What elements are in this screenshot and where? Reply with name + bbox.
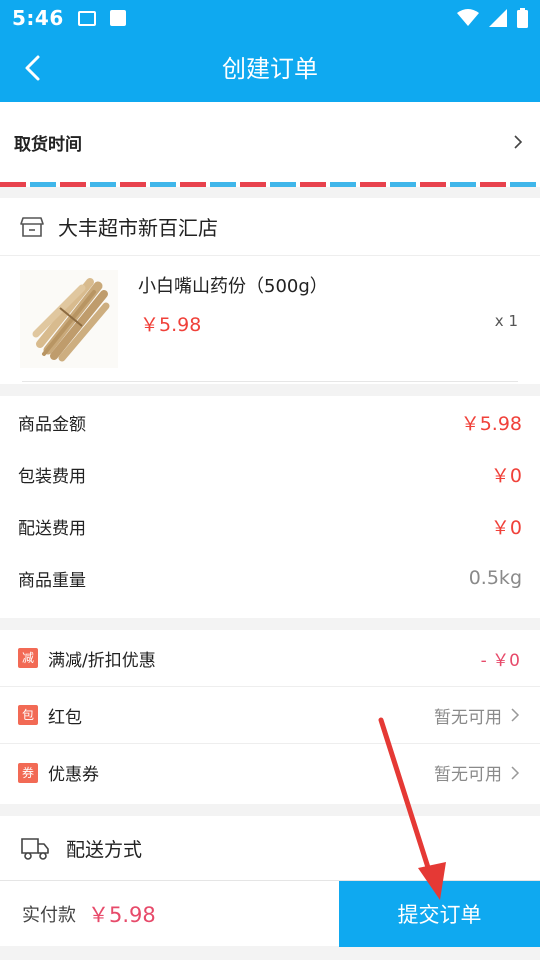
store-card: 大丰超市新百汇店 小白嘴山药份（500g） ￥5.98 x 1 [0, 198, 540, 384]
gallery-notification-icon [77, 10, 96, 26]
fee-row-delivery: 配送费用 ￥0 [0, 500, 540, 552]
cell-signal-icon [489, 9, 507, 27]
coupon-value: 暂无可用 [434, 765, 502, 785]
fee-row-goods: 商品金额 ￥5.98 [0, 396, 540, 448]
fee-value: 0.5kg [468, 567, 522, 589]
item-quantity: x 1 [494, 312, 518, 330]
fee-value: ￥5.98 [460, 412, 522, 435]
nav-bar: 创建订单 [0, 36, 540, 102]
airmail-divider [0, 182, 540, 187]
status-bar: 5:46 [0, 0, 540, 36]
discount-label: 满减/折扣优惠 [48, 650, 156, 671]
fee-label: 包装费用 [18, 466, 86, 487]
discount-tag: 减 [18, 648, 38, 668]
red-packet-label: 红包 [48, 707, 82, 728]
red-packet-value: 暂无可用 [434, 707, 502, 728]
page-title: 创建订单 [222, 55, 318, 83]
discount-row-full-reduction: 减 满减/折扣优惠 - ￥0 [0, 630, 540, 687]
fee-label: 商品金额 [18, 414, 86, 435]
coupon-tag: 券 [18, 762, 38, 783]
red-packet-row[interactable]: 包 红包 暂无可用 [0, 687, 540, 744]
item-price: ￥5.98 [140, 314, 202, 336]
app-notification-icon [109, 10, 126, 26]
paid-label: 实付款 [22, 905, 76, 926]
pickup-time-row[interactable]: 取货时间 [0, 102, 540, 182]
battery-icon [517, 8, 528, 28]
submit-order-button[interactable]: 提交订单 [339, 881, 540, 947]
fee-row-packaging: 包装费用 ￥0 [0, 448, 540, 500]
fee-label: 配送费用 [18, 518, 86, 539]
fee-label: 商品重量 [18, 570, 86, 591]
store-icon [20, 216, 44, 237]
store-name: 大丰超市新百汇店 [58, 216, 218, 240]
paid-amount: ￥5.98 [88, 903, 156, 927]
fee-value: ￥0 [490, 464, 522, 487]
chevron-right-icon [511, 708, 520, 722]
store-header: 大丰超市新百汇店 [0, 198, 540, 256]
fee-value: ￥0 [490, 516, 522, 539]
app-header: 5:46 创建订单 [0, 0, 540, 102]
shipping-method-label: 配送方式 [66, 838, 143, 861]
checkout-bar: 实付款 ￥5.98 提交订单 [0, 880, 540, 947]
coupon-label: 优惠券 [48, 765, 99, 785]
pickup-time-label: 取货时间 [14, 134, 82, 155]
wifi-icon [457, 9, 479, 26]
order-item: 小白嘴山药份（500g） ￥5.98 x 1 [0, 256, 540, 382]
chevron-right-icon [511, 765, 520, 780]
discount-section: 减 满减/折扣优惠 - ￥0 包 红包 暂无可用 券 优惠券 暂无可用 [0, 630, 540, 804]
item-name: 小白嘴山药份（500g） [138, 276, 328, 297]
discount-value: - ￥0 [480, 650, 520, 671]
product-image [20, 270, 118, 368]
delivery-truck-icon [21, 838, 49, 860]
red-packet-tag: 包 [18, 705, 38, 725]
shipping-method-row[interactable]: 配送方式 [0, 816, 540, 880]
paid-summary: 实付款 ￥5.98 [22, 881, 156, 947]
fee-row-weight: 商品重量 0.5kg [0, 552, 540, 604]
chevron-right-icon [514, 135, 523, 149]
coupon-row[interactable]: 券 优惠券 暂无可用 [0, 744, 540, 801]
item-divider [22, 381, 518, 382]
fee-summary: 商品金额 ￥5.98 包装费用 ￥0 配送费用 ￥0 商品重量 0.5kg [0, 396, 540, 618]
status-time: 5:46 [12, 6, 64, 30]
